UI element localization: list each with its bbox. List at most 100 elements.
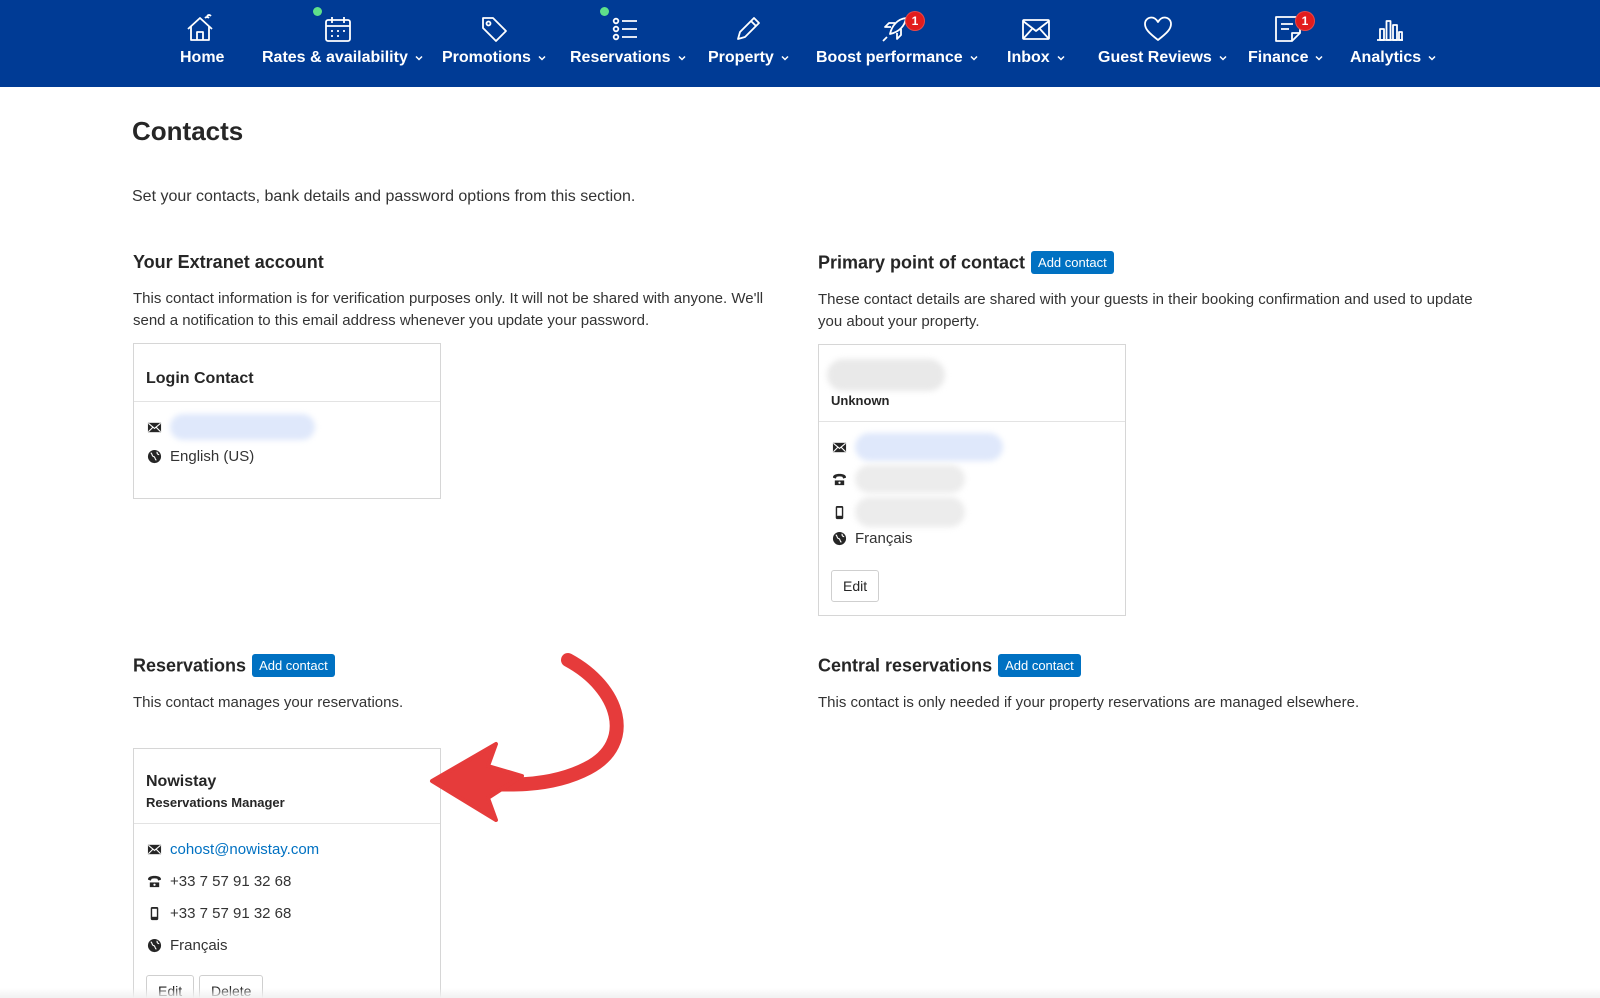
phone-row	[831, 465, 965, 493]
central-title-text: Central reservations	[818, 655, 993, 676]
envelope-icon	[831, 439, 847, 455]
calendar-icon	[321, 12, 355, 46]
envelope-icon	[1019, 12, 1053, 46]
card-header: Login Contact	[134, 344, 440, 402]
notification-badge: 1	[905, 11, 925, 31]
mobile-icon	[831, 504, 847, 520]
email-row	[146, 414, 315, 440]
chevron-down-icon	[969, 53, 979, 63]
add-contact-button[interactable]: Add contact	[998, 654, 1081, 677]
language-value: Français	[855, 530, 913, 547]
phone-icon	[831, 471, 847, 487]
language-row: Français	[831, 530, 913, 547]
card-header: Nowistay Reservations Manager	[134, 749, 440, 824]
pencil-icon	[731, 12, 765, 46]
reservations-contact-card: Nowistay Reservations Manager cohost@now…	[133, 748, 441, 998]
nav-label-boost-performance: Boost performance	[816, 49, 963, 66]
email-row	[831, 433, 1003, 461]
chevron-down-icon	[780, 53, 790, 63]
nav-item-property[interactable]: Property	[708, 0, 798, 87]
notification-badge: 1	[1295, 11, 1315, 31]
redacted-mobile	[855, 497, 965, 527]
extranet-title-text: Your Extranet account	[133, 252, 324, 272]
chevron-down-icon	[414, 53, 424, 63]
primary-section-title: Primary point of contact Add contact	[818, 251, 1114, 275]
nav-item-boost-performance[interactable]: 1 Boost performance	[816, 0, 979, 87]
login-contact-title: Login Contact	[146, 370, 254, 387]
heart-icon	[1141, 12, 1175, 46]
chevron-down-icon	[537, 53, 547, 63]
nav-item-reservations[interactable]: Reservations	[570, 0, 687, 87]
home-icon	[183, 12, 217, 46]
reservations-section-title: Reservations Add contact	[133, 654, 335, 678]
top-navigation: Home Rates & availability Promotions Res…	[0, 0, 1600, 87]
redacted-name	[827, 359, 945, 391]
language-value: Français	[170, 937, 228, 954]
language-value: English (US)	[170, 448, 255, 465]
bar-chart-icon	[1373, 12, 1407, 46]
annotation-arrow	[430, 653, 624, 822]
nav-item-guest-reviews[interactable]: Guest Reviews	[1098, 0, 1238, 87]
mobile-row: +33 7 57 91 32 68	[146, 905, 291, 922]
edit-button[interactable]: Edit	[831, 570, 880, 602]
chevron-down-icon	[1056, 53, 1066, 63]
chevron-down-icon	[1427, 53, 1437, 63]
chevron-down-icon	[1314, 53, 1324, 63]
primary-contact-card: Unknown Français Edit	[818, 344, 1126, 616]
add-contact-button[interactable]: Add contact	[252, 654, 335, 677]
central-description: This contact is only needed if your prop…	[818, 694, 1360, 711]
add-contact-button[interactable]: Add contact	[1031, 251, 1114, 274]
tag-icon	[477, 12, 511, 46]
redacted-email	[170, 414, 315, 440]
chevron-down-icon	[1218, 53, 1228, 63]
language-row: Français	[146, 937, 228, 954]
nav-item-home[interactable]: Home	[170, 0, 230, 87]
email-row: cohost@nowistay.com	[146, 841, 319, 858]
mobile-value: +33 7 57 91 32 68	[170, 905, 292, 922]
globe-icon	[146, 449, 162, 465]
nav-item-inbox[interactable]: Inbox	[1007, 0, 1077, 87]
globe-icon	[146, 938, 162, 954]
nav-item-finance[interactable]: 1 Finance	[1248, 0, 1333, 87]
page-intro: Set your contacts, bank details and pass…	[132, 188, 636, 205]
nav-label-guest-reviews: Guest Reviews	[1098, 49, 1212, 66]
extranet-section-title: Your Extranet account	[133, 252, 324, 273]
chevron-down-icon	[677, 53, 687, 63]
page-title: Contacts	[132, 116, 244, 146]
contact-name: Nowistay	[146, 773, 217, 790]
phone-icon	[146, 874, 162, 890]
list-icon	[608, 12, 642, 46]
extranet-description: This contact information is for verifica…	[133, 290, 764, 329]
primary-contact-role: Unknown	[831, 393, 890, 408]
nav-item-promotions[interactable]: Promotions	[442, 0, 552, 87]
language-row: English (US)	[146, 448, 254, 465]
card-header: Unknown	[819, 345, 1125, 422]
nav-item-rates-availability[interactable]: Rates & availability	[262, 0, 424, 87]
nav-label-finance: Finance	[1248, 49, 1309, 66]
nav-label-promotions: Promotions	[442, 49, 531, 66]
globe-icon	[831, 531, 847, 547]
nav-label-property: Property	[708, 49, 774, 66]
nav-label-rates-availability: Rates & availability	[262, 49, 408, 66]
mobile-icon	[146, 906, 162, 922]
redacted-email	[855, 433, 1003, 461]
page-bottom-edge	[0, 988, 1600, 998]
nav-label-home: Home	[180, 49, 225, 66]
primary-description: These contact details are shared with yo…	[818, 291, 1473, 330]
contact-role: Reservations Manager	[146, 795, 285, 810]
reservations-title-text: Reservations	[133, 655, 247, 676]
nav-label-reservations: Reservations	[570, 49, 671, 66]
central-section-title: Central reservations Add contact	[818, 654, 1081, 678]
login-contact-card: Login Contact English (US)	[133, 343, 441, 499]
nav-item-analytics[interactable]: Analytics	[1350, 0, 1440, 87]
envelope-icon	[146, 419, 162, 435]
primary-title-text: Primary point of contact	[818, 252, 1026, 273]
nav-label-analytics: Analytics	[1350, 49, 1422, 66]
phone-value: +33 7 57 91 32 68	[170, 873, 292, 890]
email-link[interactable]: cohost@nowistay.com	[170, 841, 319, 858]
nav-label-inbox: Inbox	[1007, 49, 1050, 66]
envelope-icon	[146, 842, 162, 858]
redacted-phone	[855, 465, 965, 493]
mobile-row	[831, 497, 965, 527]
phone-row: +33 7 57 91 32 68	[146, 873, 291, 890]
